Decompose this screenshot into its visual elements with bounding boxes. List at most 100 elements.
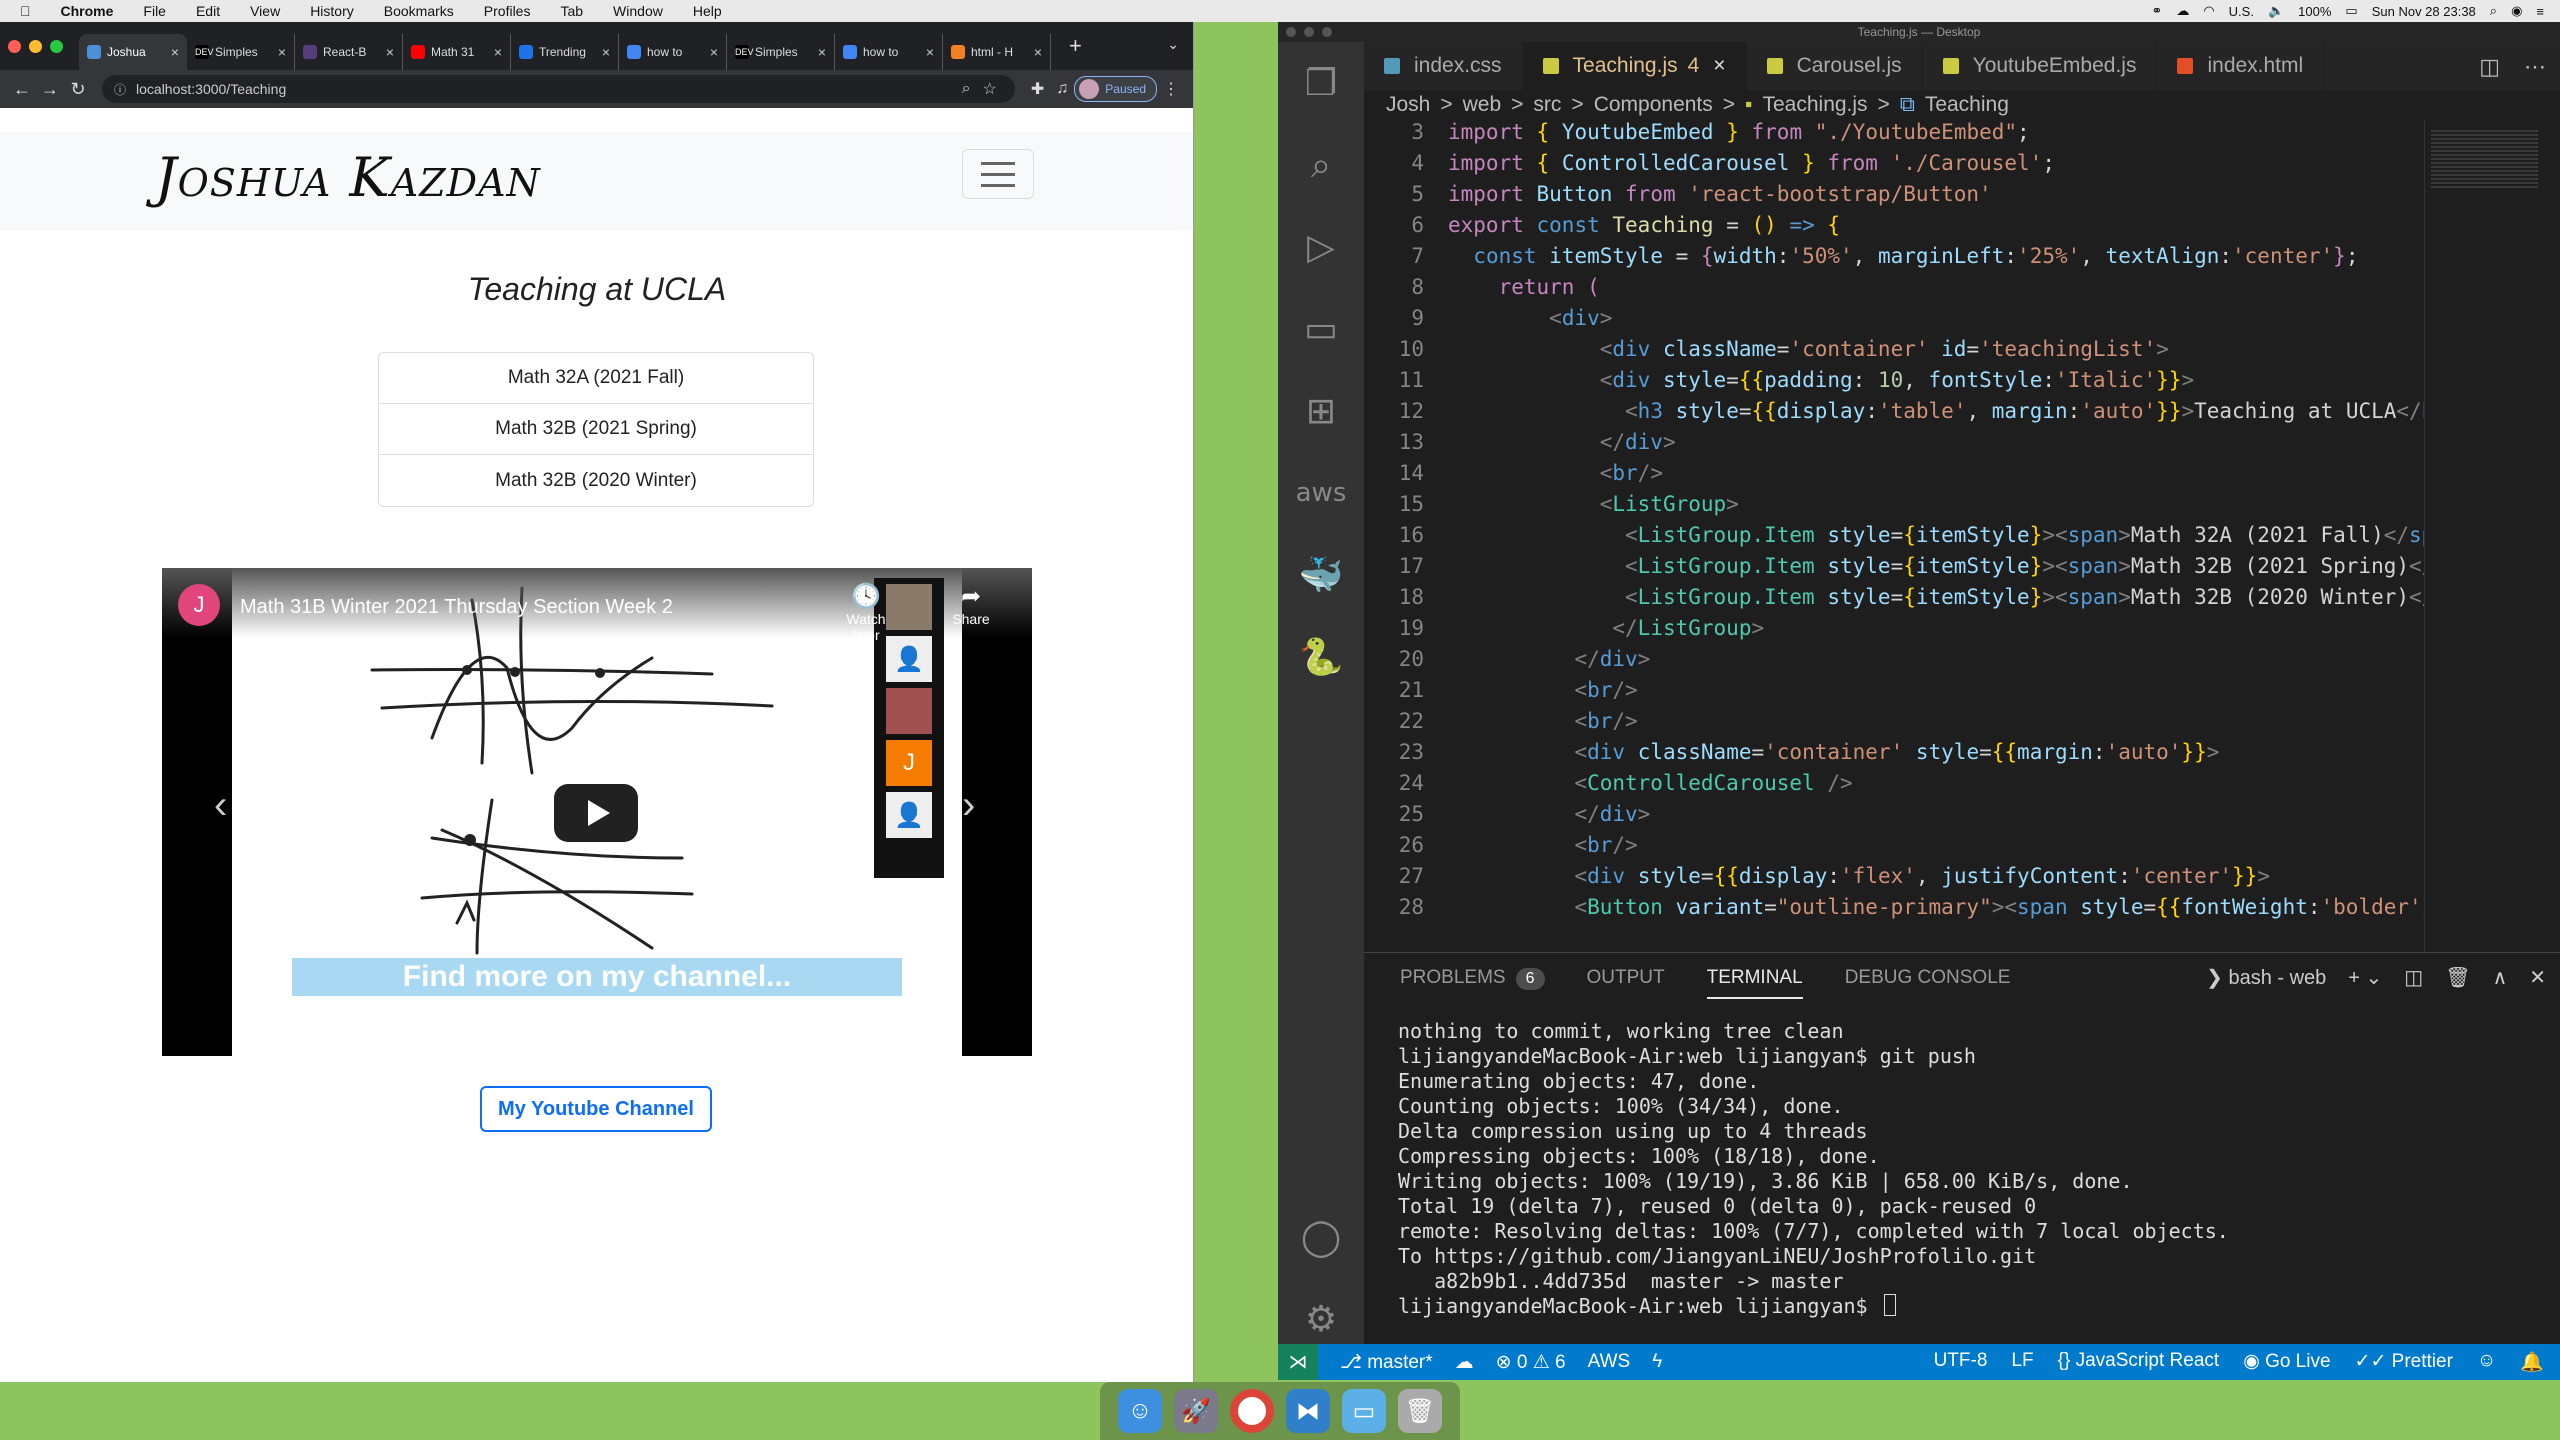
carousel-prev-icon[interactable]: ‹	[214, 783, 227, 828]
breadcrumb-item[interactable]: Teaching	[1925, 93, 2009, 117]
prettier-status[interactable]: ✓✓ Prettier	[2355, 1350, 2453, 1374]
minimize-window-button[interactable]	[1304, 27, 1314, 37]
browser-tab[interactable]: Trending ×	[511, 34, 619, 70]
menu-edit[interactable]: Edit	[196, 3, 220, 19]
explorer-files-icon[interactable]: ❐	[1278, 42, 1364, 124]
go-live-button[interactable]: ◉ Go Live	[2243, 1350, 2330, 1374]
breadcrumb-item[interactable]: src	[1533, 93, 1561, 117]
tab-close-icon[interactable]: ×	[710, 44, 718, 60]
menu-history[interactable]: History	[310, 3, 354, 19]
tab-debug-console[interactable]: DEBUG CONSOLE	[1845, 967, 2011, 989]
zoom-icon[interactable]: ⌕	[962, 80, 971, 98]
lightning-icon[interactable]: ϟ	[1652, 1351, 1662, 1373]
trash-icon[interactable]: 🗑	[2445, 965, 2470, 990]
python-icon[interactable]: 🐍	[1278, 616, 1364, 698]
navbar-toggle-hamburger-icon[interactable]	[962, 149, 1034, 199]
minimize-window-button[interactable]	[29, 39, 42, 53]
browser-tab[interactable]: Joshua ×	[79, 34, 187, 70]
finder-icon[interactable]: ☺	[1118, 1389, 1162, 1433]
channel-avatar[interactable]: J	[178, 584, 220, 626]
eol-status[interactable]: LF	[2011, 1350, 2033, 1374]
youtube-channel-button[interactable]: My Youtube Channel	[480, 1086, 712, 1132]
aws-icon[interactable]: aws	[1278, 452, 1364, 534]
video-title[interactable]: Math 31B Winter 2021 Thursday Section We…	[240, 596, 673, 619]
tab-close-icon[interactable]: ×	[494, 44, 502, 60]
feedback-icon[interactable]: ☺	[2477, 1350, 2496, 1374]
volume-icon[interactable]: 🔈	[2268, 3, 2284, 19]
browser-tab[interactable]: Math 31 ×	[403, 34, 511, 70]
play-button-icon[interactable]	[554, 784, 638, 842]
browser-tab[interactable]: DEV Simples ×	[727, 34, 835, 70]
extensions-puzzle-icon[interactable]: ✚	[1031, 79, 1044, 99]
remote-indicator-icon[interactable]: ⋊	[1278, 1344, 1318, 1380]
list-item[interactable]: Math 32B (2020 Winter)	[379, 455, 813, 506]
browser-tab[interactable]: html - H ×	[943, 34, 1051, 70]
close-panel-icon[interactable]: ✕	[2529, 965, 2546, 990]
list-item[interactable]: Math 32A (2021 Fall)	[379, 353, 813, 404]
control-center-icon[interactable]: ≡	[2536, 4, 2544, 19]
reload-icon[interactable]: ↻	[64, 79, 92, 100]
launchpad-icon[interactable]: 🚀	[1174, 1389, 1218, 1433]
breadcrumb-item[interactable]: Components	[1594, 93, 1713, 117]
spotlight-icon[interactable]: ⌕	[2490, 3, 2497, 19]
aws-status[interactable]: AWS	[1588, 1351, 1631, 1373]
menu-view[interactable]: View	[250, 3, 280, 19]
cloud-icon[interactable]: ☁	[2176, 3, 2189, 19]
carousel-next-icon[interactable]: ›	[962, 783, 975, 828]
forward-arrow-icon[interactable]: →	[36, 79, 64, 100]
trash-icon[interactable]: 🗑	[1398, 1389, 1442, 1433]
more-actions-icon[interactable]: ⋯	[2524, 54, 2546, 80]
apple-menu-icon[interactable]: 	[20, 3, 31, 19]
tab-close-icon[interactable]: ×	[602, 44, 610, 60]
remote-explorer-icon[interactable]: ▭	[1278, 288, 1364, 370]
browser-tab[interactable]: how to ×	[835, 34, 943, 70]
menu-bookmarks[interactable]: Bookmarks	[384, 3, 454, 19]
new-tab-button[interactable]: +	[1069, 33, 1082, 59]
new-terminal-plus-icon[interactable]: + ⌄	[2348, 965, 2382, 990]
back-arrow-icon[interactable]: ←	[8, 79, 36, 100]
tab-close-icon[interactable]: ×	[1713, 54, 1725, 78]
vscode-icon[interactable]: ⧓	[1286, 1389, 1330, 1433]
list-item[interactable]: Math 32B (2021 Spring)	[379, 404, 813, 455]
git-branch[interactable]: ⎇ master*	[1340, 1351, 1433, 1374]
run-debug-icon[interactable]: ▷	[1278, 206, 1364, 288]
browser-tab[interactable]: DEV Simples ×	[187, 34, 295, 70]
youtube-video-carousel[interactable]: J Math 31B Winter 2021 Thursday Section …	[162, 568, 1032, 1056]
menubar-clock[interactable]: Sun Nov 28 23:38	[2372, 4, 2476, 19]
editor-tab[interactable]: Teaching.js 4 ×	[1522, 42, 1747, 90]
site-brand[interactable]: Joshua Kazdan	[155, 146, 541, 209]
breadcrumb-item[interactable]: Josh	[1386, 93, 1430, 117]
tab-close-icon[interactable]: ×	[278, 44, 286, 60]
siri-icon[interactable]: ◉	[2511, 3, 2522, 19]
terminal-output[interactable]: nothing to commit, working tree clean lij…	[1398, 1019, 2229, 1319]
docker-icon[interactable]: 🐳	[1278, 534, 1364, 616]
menu-file[interactable]: File	[143, 3, 166, 19]
close-window-button[interactable]	[1286, 27, 1296, 37]
tab-output[interactable]: OUTPUT	[1587, 967, 1665, 989]
menu-window[interactable]: Window	[613, 3, 663, 19]
problems-indicator[interactable]: ⊗ 0 ⚠ 6	[1496, 1351, 1566, 1374]
menu-tab[interactable]: Tab	[560, 3, 583, 19]
tab-close-icon[interactable]: ×	[1034, 44, 1042, 60]
encoding-status[interactable]: UTF-8	[1934, 1350, 1988, 1374]
tab-close-icon[interactable]: ×	[926, 44, 934, 60]
breadcrumb-item[interactable]: web	[1463, 93, 1502, 117]
watch-later-button[interactable]: 🕓 Watch later	[838, 582, 894, 643]
control-icon[interactable]: ⚭	[2151, 3, 2162, 19]
tab-close-icon[interactable]: ×	[818, 44, 826, 60]
menu-help[interactable]: Help	[693, 3, 722, 19]
browser-tab[interactable]: React-B ×	[295, 34, 403, 70]
chrome-icon[interactable]	[1230, 1389, 1274, 1433]
split-terminal-icon[interactable]: ◫	[2404, 965, 2423, 990]
battery-percent[interactable]: 100%	[2298, 4, 2331, 19]
editor-tab[interactable]: index.css	[1364, 42, 1523, 90]
editor-tab[interactable]: index.html	[2157, 42, 2325, 90]
breadcrumb-item[interactable]: Teaching.js	[1762, 93, 1867, 117]
tab-close-icon[interactable]: ×	[171, 44, 179, 60]
chrome-menu-icon[interactable]: ⋮	[1163, 79, 1179, 99]
tab-problems[interactable]: PROBLEMS 6	[1400, 967, 1545, 990]
app-menu[interactable]: Chrome	[61, 3, 114, 19]
wifi-icon[interactable]: ◠	[2203, 3, 2214, 19]
maximize-panel-chevron-icon[interactable]: ∧	[2493, 965, 2508, 990]
minimap[interactable]	[2424, 120, 2544, 952]
